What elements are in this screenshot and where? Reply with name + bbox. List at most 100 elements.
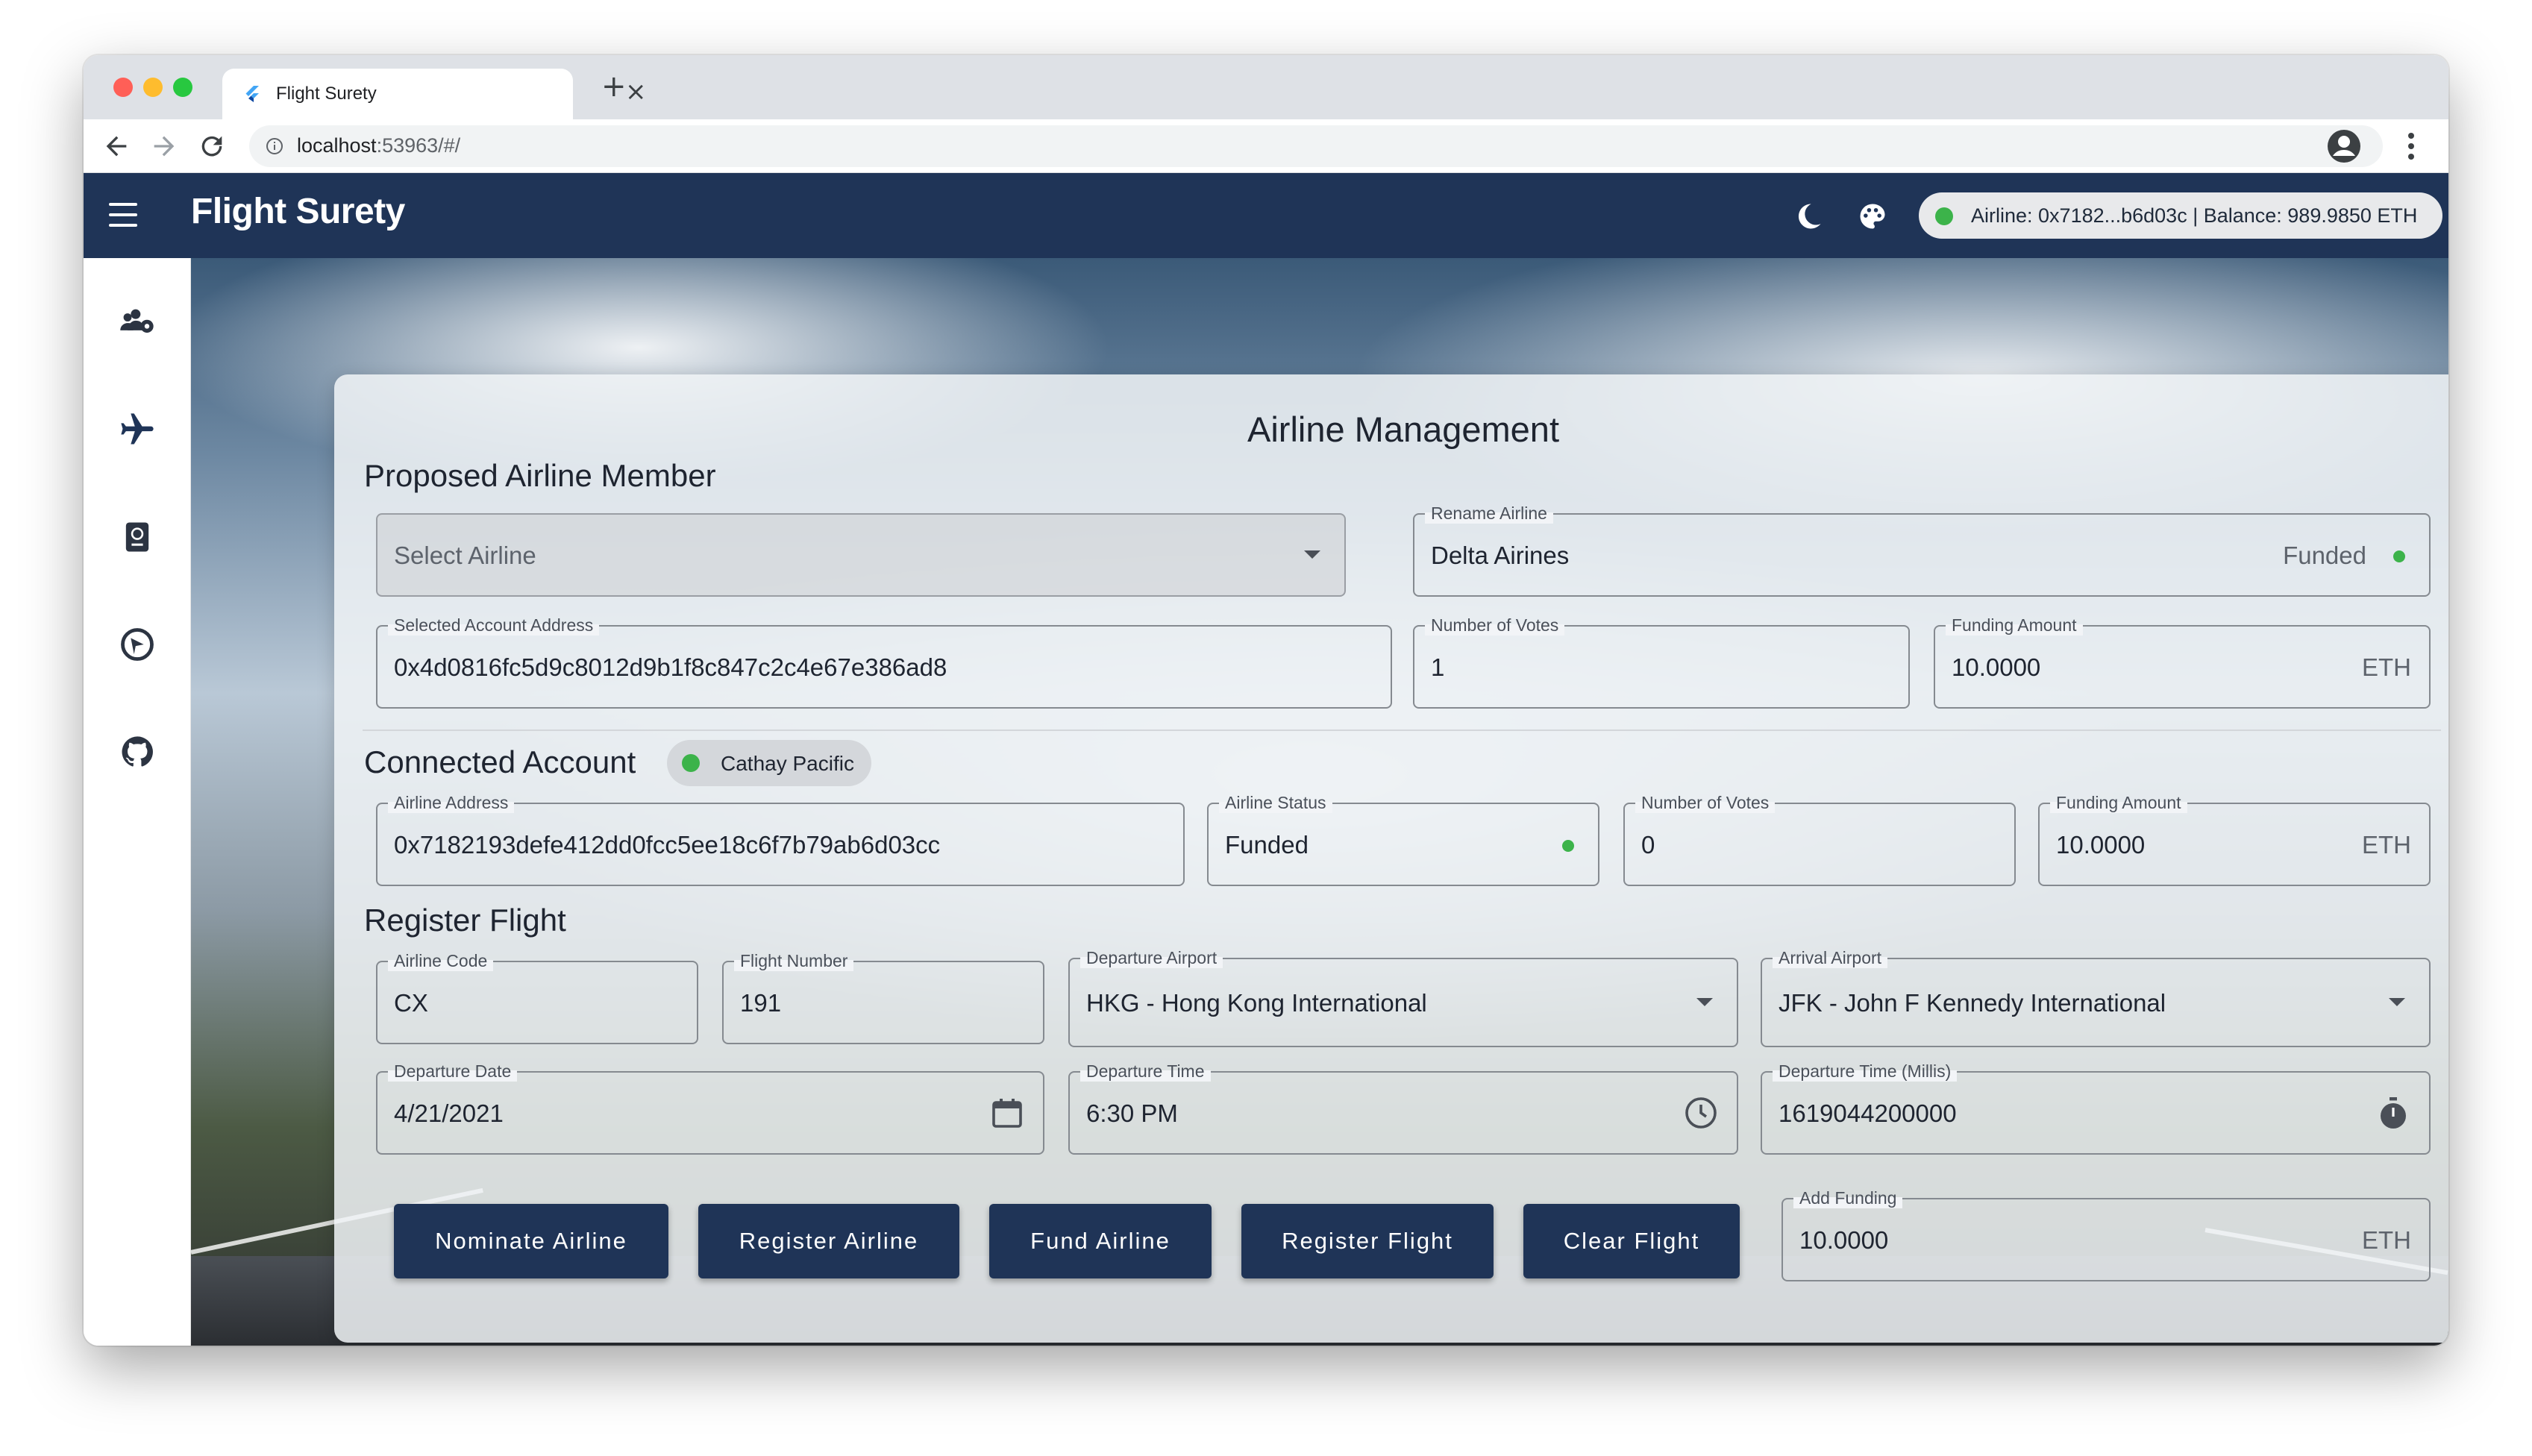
airline-code-label: Airline Code bbox=[388, 951, 494, 971]
departure-millis-value: 1619044200000 bbox=[1779, 1099, 1957, 1127]
close-window-button[interactable] bbox=[113, 78, 133, 97]
airplane-icon[interactable] bbox=[118, 410, 157, 449]
section-proposed-title: Proposed Airline Member bbox=[364, 458, 716, 493]
stopwatch-icon[interactable] bbox=[2375, 1095, 2411, 1131]
oracle-icon[interactable] bbox=[118, 625, 157, 664]
flight-number-field[interactable]: Flight Number 191 bbox=[722, 951, 1044, 1044]
select-airline-placeholder: Select Airline bbox=[394, 542, 536, 569]
departure-airport-value: HKG - Hong Kong International bbox=[1086, 989, 1427, 1017]
departure-time-value: 6:30 PM bbox=[1086, 1099, 1178, 1127]
add-funding-field[interactable]: Add Funding 10.0000 ETH bbox=[1782, 1188, 2431, 1281]
proposed-funding-field[interactable]: Funding Amount 10.0000 ETH bbox=[1934, 615, 2431, 709]
airline-status-field[interactable]: Airline Status Funded bbox=[1207, 793, 1599, 886]
dropdown-arrow-icon bbox=[2389, 998, 2405, 1006]
browser-window: Flight Surety × + localhost:53963/#/ Fli… bbox=[84, 55, 2448, 1346]
connected-funding-field[interactable]: Funding Amount 10.0000 ETH bbox=[2038, 793, 2431, 886]
funded-status-dot bbox=[2393, 550, 2405, 562]
add-funding-value: 10.0000 bbox=[1799, 1226, 1889, 1254]
group-settings-icon[interactable] bbox=[118, 303, 157, 342]
nominate-airline-button[interactable]: Nominate Airline bbox=[394, 1204, 668, 1278]
airline-address-value: 0x7182193defe412dd0fcc5ee18c6f7b79ab6d03… bbox=[394, 831, 941, 859]
connected-votes-field[interactable]: Number of Votes 0 bbox=[1623, 793, 2016, 886]
arrival-airport-dropdown[interactable]: Arrival Airport JFK - John F Kennedy Int… bbox=[1761, 948, 2431, 1047]
connected-funding-unit: ETH bbox=[2362, 831, 2411, 859]
proposed-funding-value: 10.0000 bbox=[1952, 653, 2041, 681]
connected-airline-chip: Cathay Pacific bbox=[667, 740, 871, 786]
departure-date-label: Departure Date bbox=[388, 1061, 518, 1082]
rename-airline-value: Delta Airines bbox=[1431, 542, 1570, 569]
calendar-icon[interactable] bbox=[989, 1095, 1025, 1131]
selected-account-address-field[interactable]: Selected Account Address 0x4d0816fc5d9c8… bbox=[376, 615, 1392, 709]
minimize-window-button[interactable] bbox=[143, 78, 163, 97]
airline-address-field[interactable]: Airline Address 0x7182193defe412dd0fcc5e… bbox=[376, 793, 1185, 886]
selected-account-address-label: Selected Account Address bbox=[388, 615, 600, 636]
maximize-window-button[interactable] bbox=[173, 78, 192, 97]
new-tab-icon[interactable]: + bbox=[601, 72, 627, 101]
departure-date-value: 4/21/2021 bbox=[394, 1099, 504, 1127]
profile-icon[interactable] bbox=[2326, 128, 2362, 164]
select-airline-dropdown[interactable]: Select Airline bbox=[376, 513, 1346, 597]
proposed-votes-value: 1 bbox=[1431, 653, 1445, 681]
fund-airline-button[interactable]: Fund Airline bbox=[989, 1204, 1212, 1278]
airline-code-value: CX bbox=[394, 989, 428, 1017]
proposed-votes-label: Number of Votes bbox=[1425, 615, 1565, 636]
register-airline-button[interactable]: Register Airline bbox=[698, 1204, 959, 1278]
palette-icon[interactable] bbox=[1856, 200, 1889, 233]
rename-airline-field[interactable]: Rename Airline Delta Airines Funded bbox=[1413, 503, 2431, 597]
departure-millis-label: Departure Time (Millis) bbox=[1773, 1061, 1958, 1082]
tab-close-icon[interactable]: × bbox=[625, 79, 647, 104]
kebab-icon[interactable] bbox=[2408, 133, 2414, 160]
back-icon[interactable] bbox=[101, 131, 131, 161]
flight-number-label: Flight Number bbox=[734, 951, 854, 971]
connected-funding-label: Funding Amount bbox=[2050, 793, 2187, 813]
url-text[interactable]: localhost:53963/#/ bbox=[297, 134, 460, 157]
nav-rail bbox=[84, 258, 191, 1346]
connection-status-dot bbox=[1935, 207, 1953, 225]
clear-flight-button[interactable]: Clear Flight bbox=[1523, 1204, 1740, 1278]
section-divider bbox=[363, 729, 2441, 731]
connected-funding-value: 10.0000 bbox=[2056, 831, 2146, 859]
departure-airport-dropdown[interactable]: Departure Airport HKG - Hong Kong Intern… bbox=[1068, 948, 1738, 1047]
selected-account-address-value: 0x4d0816fc5d9c8012d9b1f8c847c2c4e67e386a… bbox=[394, 653, 947, 681]
dropdown-arrow-icon bbox=[1304, 550, 1320, 559]
departure-date-field[interactable]: Departure Date 4/21/2021 bbox=[376, 1061, 1044, 1155]
airline-address-label: Airline Address bbox=[388, 793, 515, 813]
proposed-funding-label: Funding Amount bbox=[1946, 615, 2083, 636]
clock-icon[interactable] bbox=[1683, 1095, 1719, 1131]
flight-number-value: 191 bbox=[740, 989, 782, 1017]
departure-time-field[interactable]: Departure Time 6:30 PM bbox=[1068, 1061, 1738, 1155]
menu-icon[interactable] bbox=[109, 203, 139, 227]
add-funding-label: Add Funding bbox=[1793, 1188, 1903, 1208]
wallet-text: Airline: 0x7182...b6d03c | Balance: 989.… bbox=[1971, 204, 2418, 227]
url-host: localhost bbox=[297, 134, 377, 157]
flutter-icon bbox=[245, 86, 259, 102]
connected-votes-value: 0 bbox=[1641, 831, 1655, 859]
departure-time-label: Departure Time bbox=[1080, 1061, 1211, 1082]
section-connected-title: Connected Account bbox=[364, 744, 636, 779]
airline-code-field[interactable]: Airline Code CX bbox=[376, 951, 698, 1044]
airline-status-label: Airline Status bbox=[1219, 793, 1332, 813]
app-bar: Flight Surety Airline: 0x7182...b6d03c |… bbox=[84, 173, 2448, 258]
proposed-funding-unit: ETH bbox=[2362, 653, 2411, 681]
airline-status-value: Funded bbox=[1225, 831, 1309, 859]
dark-mode-icon[interactable] bbox=[1792, 200, 1825, 233]
proposed-votes-field[interactable]: Number of Votes 1 bbox=[1413, 615, 1910, 709]
reload-icon[interactable] bbox=[197, 131, 227, 161]
arrival-airport-value: JFK - John F Kennedy International bbox=[1779, 989, 2166, 1017]
register-flight-button[interactable]: Register Flight bbox=[1241, 1204, 1494, 1278]
airline-status-dot bbox=[1562, 840, 1574, 852]
github-icon[interactable] bbox=[118, 732, 157, 771]
wallet-chip[interactable]: Airline: 0x7182...b6d03c | Balance: 989.… bbox=[1919, 192, 2442, 239]
forward-icon[interactable] bbox=[149, 131, 179, 161]
tab-strip: Flight Surety × + bbox=[84, 55, 2448, 119]
card-title: Airline Management bbox=[1247, 410, 1559, 449]
connected-status-dot bbox=[682, 754, 700, 772]
browser-tab[interactable]: Flight Surety × bbox=[222, 69, 647, 119]
info-icon[interactable] bbox=[266, 137, 283, 155]
rename-airline-label: Rename Airline bbox=[1425, 503, 1553, 524]
section-register-flight-title: Register Flight bbox=[364, 903, 566, 938]
tab-title: Flight Surety bbox=[276, 84, 377, 104]
address-bar[interactable]: localhost:53963/#/ bbox=[249, 125, 2383, 167]
departure-millis-field[interactable]: Departure Time (Millis) 1619044200000 bbox=[1761, 1061, 2431, 1155]
passport-icon[interactable] bbox=[118, 518, 157, 556]
